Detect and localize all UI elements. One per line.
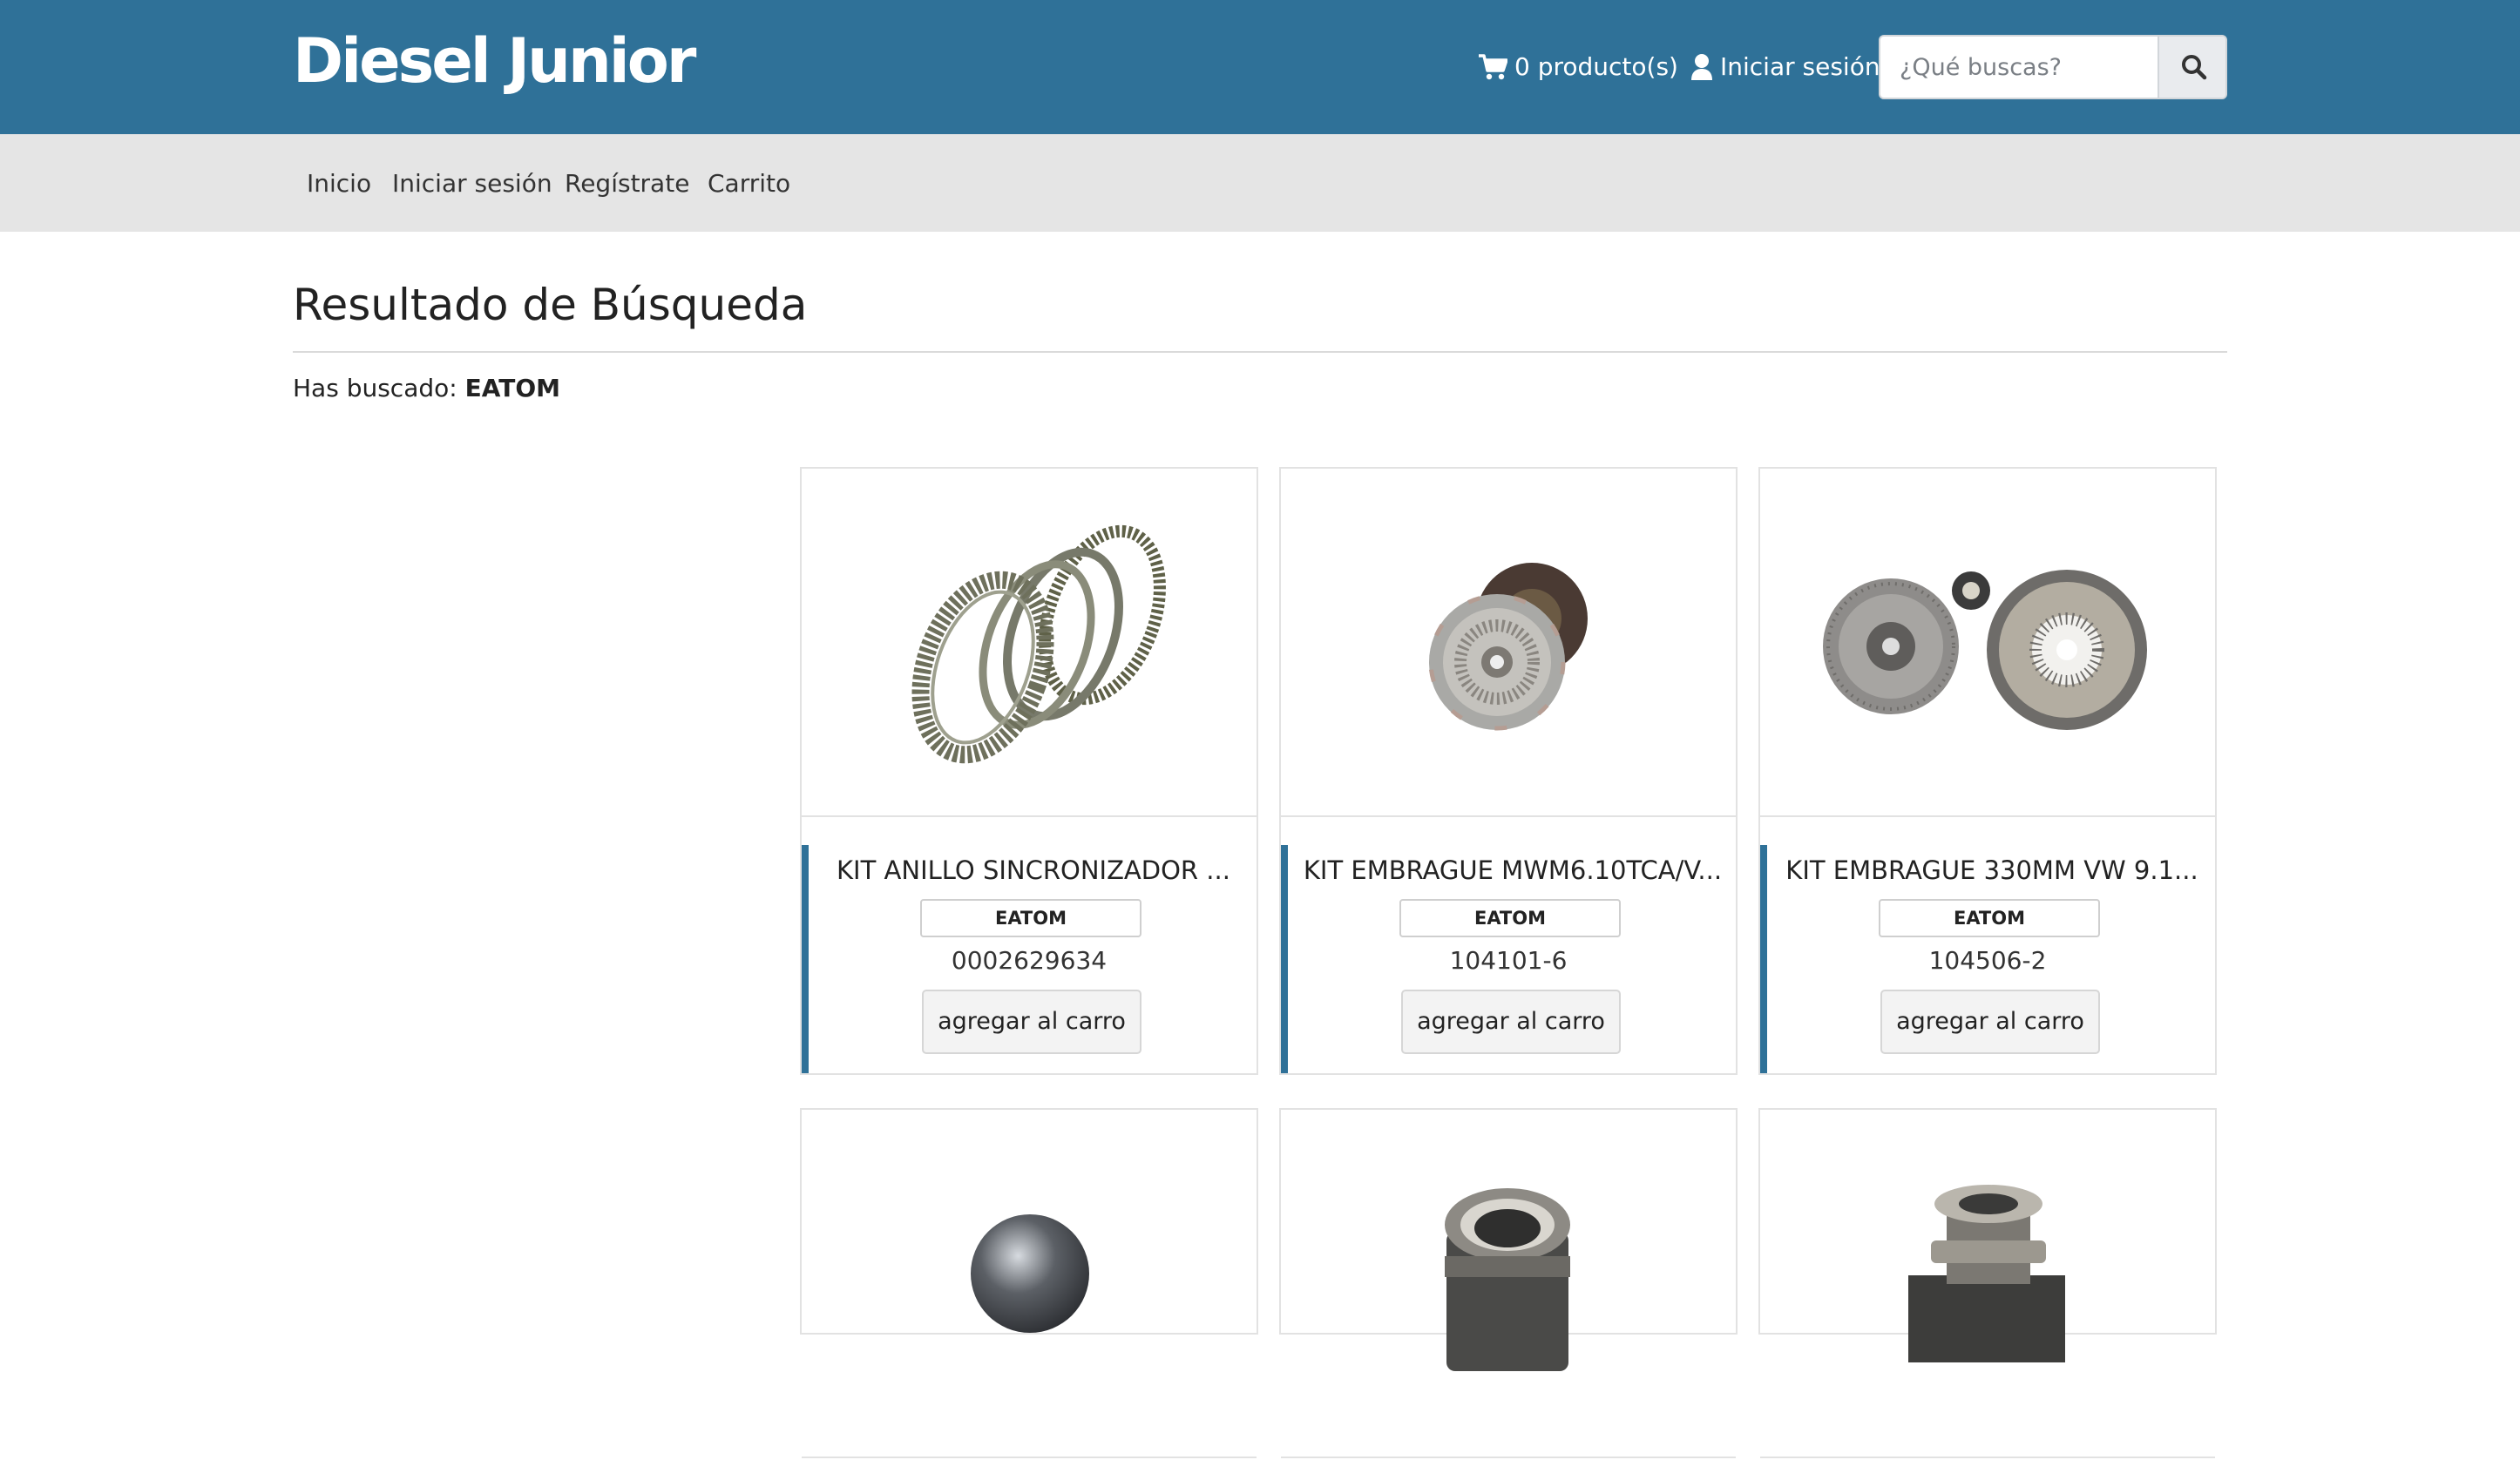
product-card: KIT EMBRAGUE 330MM VW 9.1... EATOM 10450… [1758, 467, 2217, 1075]
login-link[interactable]: Iniciar sesión [1690, 45, 1880, 89]
product-brand-badge: EATOM [1879, 899, 2100, 937]
product-card-body: KIT EMBRAGUE MWM6.10TCA/V... EATOM 10410… [1281, 817, 1736, 1073]
product-card [800, 1108, 1258, 1458]
product-code: 104101-6 [1449, 946, 1568, 975]
product-image-link[interactable] [1760, 1110, 2215, 1458]
clutch-kit-image [1428, 563, 1588, 731]
title-divider [293, 351, 2227, 353]
product-title[interactable]: KIT ANILLO SINCRONIZADOR ... [819, 852, 1248, 889]
cart-count-label: 0 producto(s) [1514, 52, 1678, 81]
shopping-cart-icon [1479, 54, 1507, 80]
add-to-cart-button[interactable]: agregar al carro [1401, 990, 1621, 1054]
product-brand-badge: EATOM [920, 899, 1141, 937]
main-nav: Inicio Iniciar sesión Regístrate Carrito [0, 134, 2520, 232]
product-card-body: KIT EMBRAGUE 330MM VW 9.1... EATOM 10450… [1760, 817, 2215, 1073]
steel-ball-image [971, 1214, 1089, 1333]
product-code: 104506-2 [1928, 946, 2047, 975]
release-bearing-image [1445, 1188, 1570, 1371]
product-card: KIT EMBRAGUE MWM6.10TCA/V... EATOM 10410… [1279, 467, 1738, 1075]
search-summary: Has buscado: EATOM [293, 371, 560, 406]
add-to-cart-button[interactable]: agregar al carro [922, 990, 1141, 1054]
product-card [1279, 1108, 1738, 1458]
product-card [1758, 1108, 2217, 1458]
search-summary-term: EATOM [464, 374, 560, 402]
product-title[interactable]: KIT EMBRAGUE MWM6.10TCA/V... [1298, 852, 1727, 889]
product-image-link[interactable] [802, 1110, 1257, 1458]
product-title[interactable]: KIT EMBRAGUE 330MM VW 9.1... [1778, 852, 2206, 889]
product-card: KIT ANILLO SINCRONIZADOR ... EATOM 00026… [800, 467, 1258, 1075]
site-header: Diesel Junior 0 producto(s) Iniciar sesi… [0, 0, 2520, 134]
search-box [1879, 35, 2227, 99]
synchronizer-rings-image [911, 524, 1166, 764]
clutch-kit-330-image [1823, 570, 2147, 730]
product-code: 0002629634 [951, 946, 1108, 975]
login-label: Iniciar sesión [1720, 52, 1880, 81]
product-image-link[interactable] [1760, 469, 2215, 817]
nav-item-registrate[interactable]: Regístrate [565, 160, 689, 207]
product-card-body: KIT ANILLO SINCRONIZADOR ... EATOM 00026… [802, 817, 1257, 1073]
product-image-link[interactable] [1281, 1110, 1736, 1458]
cart-link[interactable]: 0 producto(s) [1478, 45, 1678, 89]
release-bearing-flange-image [1908, 1185, 2065, 1362]
user-icon [1691, 54, 1712, 80]
nav-item-iniciar-sesion[interactable]: Iniciar sesión [392, 160, 552, 207]
product-image-link[interactable] [1281, 469, 1736, 817]
nav-item-carrito[interactable]: Carrito [708, 160, 790, 207]
site-logo[interactable]: Diesel Junior [293, 19, 696, 103]
search-summary-prefix: Has buscado: [293, 374, 457, 402]
product-image-link[interactable] [802, 469, 1257, 817]
search-input[interactable] [1880, 37, 2156, 98]
page-title: Resultado de Búsqueda [293, 280, 808, 330]
add-to-cart-button[interactable]: agregar al carro [1880, 990, 2100, 1054]
product-brand-badge: EATOM [1399, 899, 1621, 937]
search-icon [2182, 55, 2207, 80]
nav-item-inicio[interactable]: Inicio [307, 160, 371, 207]
search-button[interactable] [2158, 37, 2225, 98]
